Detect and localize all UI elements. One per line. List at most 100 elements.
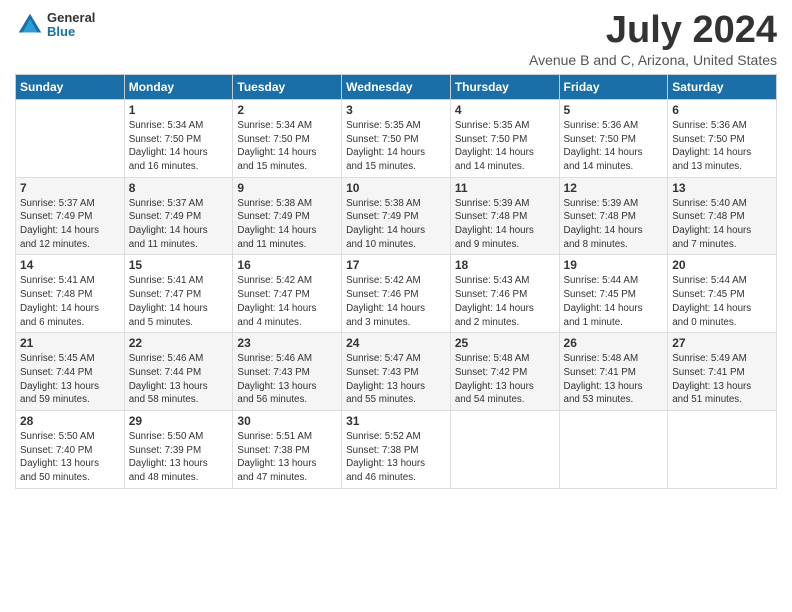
calendar-cell: 5 Sunrise: 5:36 AM Sunset: 7:50 PM Daylig… [559, 99, 668, 177]
cell-date-number: 26 [564, 336, 664, 350]
cell-sun-info: Sunrise: 5:50 AM Sunset: 7:40 PM Dayligh… [20, 430, 120, 485]
cell-date-number: 17 [346, 258, 446, 272]
calendar-cell: 31 Sunrise: 5:52 AM Sunset: 7:38 PM Dayli… [342, 411, 451, 489]
cell-sun-info: Sunrise: 5:47 AM Sunset: 7:43 PM Dayligh… [346, 352, 446, 407]
calendar-cell: 19Sunrise: 5:44 AM Sunset: 7:45 PM Dayli… [559, 255, 668, 333]
calendar-cell: 11 Sunrise: 5:39 AM Sunset: 7:48 PM Dayli… [450, 177, 559, 255]
cell-sun-info: Sunrise: 5:35 AM Sunset: 7:50 PM Dayligh… [346, 119, 446, 174]
calendar-cell [668, 411, 777, 489]
cell-sun-info: Sunrise: 5:48 AM Sunset: 7:42 PM Dayligh… [455, 352, 555, 407]
cell-sun-info: Sunrise: 5:46 AM Sunset: 7:43 PM Dayligh… [237, 352, 337, 407]
cell-sun-info: Sunrise: 5:43 AM Sunset: 7:46 PM Dayligh… [455, 274, 555, 329]
page-header: General Blue July 2024 Avenue B and C, A… [15, 10, 777, 68]
calendar-cell: 29 Sunrise: 5:50 AM Sunset: 7:39 PM Dayli… [124, 411, 233, 489]
calendar-cell: 12Sunrise: 5:39 AM Sunset: 7:48 PM Dayli… [559, 177, 668, 255]
calendar-cell: 16 Sunrise: 5:42 AM Sunset: 7:47 PM Dayli… [233, 255, 342, 333]
calendar-cell: 9 Sunrise: 5:38 AM Sunset: 7:49 PM Daylig… [233, 177, 342, 255]
calendar-cell: 28 Sunrise: 5:50 AM Sunset: 7:40 PM Dayli… [16, 411, 125, 489]
logo-icon [15, 10, 45, 40]
cell-date-number: 3 [346, 103, 446, 117]
calendar-cell: 17Sunrise: 5:42 AM Sunset: 7:46 PM Dayli… [342, 255, 451, 333]
calendar-week-3: 14 Sunrise: 5:41 AM Sunset: 7:48 PM Dayli… [16, 255, 777, 333]
location: Avenue B and C, Arizona, United States [529, 52, 777, 68]
cell-date-number: 29 [129, 414, 229, 428]
cell-sun-info: Sunrise: 5:35 AM Sunset: 7:50 PM Dayligh… [455, 119, 555, 174]
cell-date-number: 6 [672, 103, 772, 117]
cell-sun-info: Sunrise: 5:49 AM Sunset: 7:41 PM Dayligh… [672, 352, 772, 407]
cell-sun-info: Sunrise: 5:44 AM Sunset: 7:45 PM Dayligh… [564, 274, 664, 329]
cell-date-number: 7 [20, 181, 120, 195]
cell-date-number: 10 [346, 181, 446, 195]
cell-date-number: 21 [20, 336, 120, 350]
cell-date-number: 8 [129, 181, 229, 195]
calendar-week-4: 21 Sunrise: 5:45 AM Sunset: 7:44 PM Dayli… [16, 333, 777, 411]
day-header-tuesday: Tuesday [233, 74, 342, 99]
cell-date-number: 16 [237, 258, 337, 272]
cell-date-number: 1 [129, 103, 229, 117]
cell-sun-info: Sunrise: 5:45 AM Sunset: 7:44 PM Dayligh… [20, 352, 120, 407]
calendar-cell: 10 Sunrise: 5:38 AM Sunset: 7:49 PM Dayli… [342, 177, 451, 255]
calendar-cell: 8 Sunrise: 5:37 AM Sunset: 7:49 PM Daylig… [124, 177, 233, 255]
calendar-cell [450, 411, 559, 489]
cell-sun-info: Sunrise: 5:41 AM Sunset: 7:47 PM Dayligh… [129, 274, 229, 329]
calendar-cell: 21 Sunrise: 5:45 AM Sunset: 7:44 PM Dayli… [16, 333, 125, 411]
calendar-cell [16, 99, 125, 177]
cell-sun-info: Sunrise: 5:36 AM Sunset: 7:50 PM Dayligh… [564, 119, 664, 174]
calendar-week-2: 7 Sunrise: 5:37 AM Sunset: 7:49 PM Daylig… [16, 177, 777, 255]
calendar-cell: 2 Sunrise: 5:34 AM Sunset: 7:50 PM Daylig… [233, 99, 342, 177]
calendar-cell: 7Sunrise: 5:37 AM Sunset: 7:49 PM Daylig… [16, 177, 125, 255]
calendar-cell: 27 Sunrise: 5:49 AM Sunset: 7:41 PM Dayli… [668, 333, 777, 411]
calendar-cell [559, 411, 668, 489]
cell-sun-info: Sunrise: 5:38 AM Sunset: 7:49 PM Dayligh… [346, 197, 446, 252]
calendar-week-1: 1 Sunrise: 5:34 AM Sunset: 7:50 PM Daylig… [16, 99, 777, 177]
cell-sun-info: Sunrise: 5:44 AM Sunset: 7:45 PM Dayligh… [672, 274, 772, 329]
day-header-sunday: Sunday [16, 74, 125, 99]
cell-sun-info: Sunrise: 5:42 AM Sunset: 7:47 PM Dayligh… [237, 274, 337, 329]
cell-sun-info: Sunrise: 5:37 AM Sunset: 7:49 PM Dayligh… [129, 197, 229, 252]
cell-sun-info: Sunrise: 5:52 AM Sunset: 7:38 PM Dayligh… [346, 430, 446, 485]
calendar-cell: 1 Sunrise: 5:34 AM Sunset: 7:50 PM Daylig… [124, 99, 233, 177]
cell-sun-info: Sunrise: 5:46 AM Sunset: 7:44 PM Dayligh… [129, 352, 229, 407]
month-title: July 2024 [529, 10, 777, 52]
calendar-cell: 13 Sunrise: 5:40 AM Sunset: 7:48 PM Dayli… [668, 177, 777, 255]
cell-date-number: 5 [564, 103, 664, 117]
day-header-wednesday: Wednesday [342, 74, 451, 99]
cell-sun-info: Sunrise: 5:50 AM Sunset: 7:39 PM Dayligh… [129, 430, 229, 485]
cell-date-number: 13 [672, 181, 772, 195]
cell-sun-info: Sunrise: 5:36 AM Sunset: 7:50 PM Dayligh… [672, 119, 772, 174]
cell-date-number: 4 [455, 103, 555, 117]
logo: General Blue [15, 10, 95, 40]
day-header-thursday: Thursday [450, 74, 559, 99]
cell-date-number: 24 [346, 336, 446, 350]
cell-date-number: 31 [346, 414, 446, 428]
calendar-cell: 23 Sunrise: 5:46 AM Sunset: 7:43 PM Dayli… [233, 333, 342, 411]
cell-sun-info: Sunrise: 5:40 AM Sunset: 7:48 PM Dayligh… [672, 197, 772, 252]
calendar-cell: 6 Sunrise: 5:36 AM Sunset: 7:50 PM Daylig… [668, 99, 777, 177]
cell-sun-info: Sunrise: 5:34 AM Sunset: 7:50 PM Dayligh… [129, 119, 229, 174]
cell-date-number: 25 [455, 336, 555, 350]
cell-sun-info: Sunrise: 5:39 AM Sunset: 7:48 PM Dayligh… [455, 197, 555, 252]
cell-date-number: 14 [20, 258, 120, 272]
cell-date-number: 27 [672, 336, 772, 350]
cell-date-number: 22 [129, 336, 229, 350]
cell-date-number: 11 [455, 181, 555, 195]
cell-date-number: 20 [672, 258, 772, 272]
calendar-header-row: SundayMondayTuesdayWednesdayThursdayFrid… [16, 74, 777, 99]
cell-date-number: 2 [237, 103, 337, 117]
calendar-table: SundayMondayTuesdayWednesdayThursdayFrid… [15, 74, 777, 489]
cell-date-number: 23 [237, 336, 337, 350]
cell-date-number: 18 [455, 258, 555, 272]
calendar-cell: 14 Sunrise: 5:41 AM Sunset: 7:48 PM Dayli… [16, 255, 125, 333]
cell-date-number: 9 [237, 181, 337, 195]
calendar-cell: 15 Sunrise: 5:41 AM Sunset: 7:47 PM Dayli… [124, 255, 233, 333]
cell-sun-info: Sunrise: 5:34 AM Sunset: 7:50 PM Dayligh… [237, 119, 337, 174]
calendar-cell: 18 Sunrise: 5:43 AM Sunset: 7:46 PM Dayli… [450, 255, 559, 333]
cell-sun-info: Sunrise: 5:41 AM Sunset: 7:48 PM Dayligh… [20, 274, 120, 329]
title-block: July 2024 Avenue B and C, Arizona, Unite… [529, 10, 777, 68]
logo-general-text: General [47, 11, 95, 25]
day-header-monday: Monday [124, 74, 233, 99]
cell-date-number: 28 [20, 414, 120, 428]
logo-blue-text: Blue [47, 25, 95, 39]
cell-sun-info: Sunrise: 5:38 AM Sunset: 7:49 PM Dayligh… [237, 197, 337, 252]
cell-date-number: 15 [129, 258, 229, 272]
